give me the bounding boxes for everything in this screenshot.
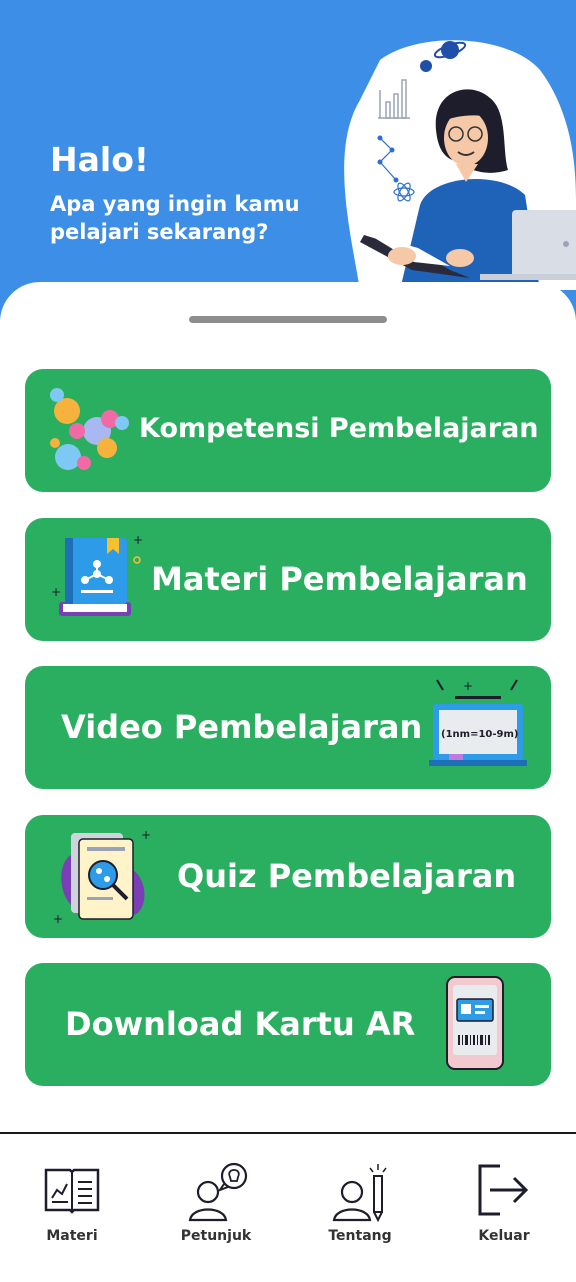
nav-label: Materi — [46, 1228, 98, 1244]
person-idea-icon — [188, 1162, 248, 1222]
student-reading-illustration — [344, 40, 576, 290]
card-label: Quiz Pembelajaran — [177, 857, 517, 895]
kompetensi-pembelajaran-button[interactable]: Kompetensi Pembelajaran — [25, 369, 551, 492]
materi-pembelajaran-button[interactable]: + + Materi Pembelajaran — [25, 518, 551, 641]
nav-tentang[interactable]: Tentang — [288, 1134, 432, 1282]
card-label: Download Kartu AR — [65, 1005, 416, 1043]
download-kartu-ar-button[interactable]: Download Kartu AR — [25, 963, 551, 1086]
nav-label: Petunjuk — [180, 1228, 252, 1244]
molecules-icon — [50, 388, 129, 470]
card-label: Materi Pembelajaran — [151, 560, 528, 598]
book-chart-icon — [44, 1168, 100, 1214]
header: Halo! Apa yang ingin kamu pelajari sekar… — [0, 0, 576, 320]
svg-text:+: + — [463, 679, 473, 693]
svg-text:+: + — [141, 828, 151, 842]
science-book-icon: + + — [51, 533, 143, 616]
nav-label: Tentang — [328, 1228, 392, 1244]
svg-text:+: + — [133, 533, 143, 547]
bottom-navigation: Materi Petunjuk Tentang Keluar — [0, 1132, 576, 1282]
svg-text:+: + — [53, 912, 63, 926]
greeting-title: Halo! — [50, 140, 149, 179]
ar-card-phone-icon — [446, 976, 504, 1070]
video-pembelajaran-button[interactable]: Video Pembelajaran + (1nm=10-9m) — [25, 666, 551, 789]
nav-materi[interactable]: Materi — [0, 1134, 144, 1282]
logout-icon — [478, 1164, 529, 1216]
quiz-document-icon: + + — [53, 828, 151, 926]
nav-petunjuk[interactable]: Petunjuk — [144, 1134, 288, 1282]
card-label: Video Pembelajaran — [61, 708, 423, 746]
svg-text:+: + — [51, 585, 61, 599]
nav-keluar[interactable]: Keluar — [432, 1134, 576, 1282]
nav-label: Keluar — [478, 1228, 530, 1244]
board-formula: (1nm=10-9m) — [441, 729, 518, 740]
card-label: Kompetensi Pembelajaran — [139, 413, 539, 444]
blackboard-icon: + (1nm=10-9m) — [429, 679, 527, 766]
greeting-subtitle: Apa yang ingin kamu pelajari sekarang? — [50, 192, 300, 244]
sheet-drag-handle[interactable] — [189, 316, 387, 323]
quiz-pembelajaran-button[interactable]: + + Quiz Pembelajaran — [25, 815, 551, 938]
person-pencil-icon — [332, 1164, 387, 1223]
